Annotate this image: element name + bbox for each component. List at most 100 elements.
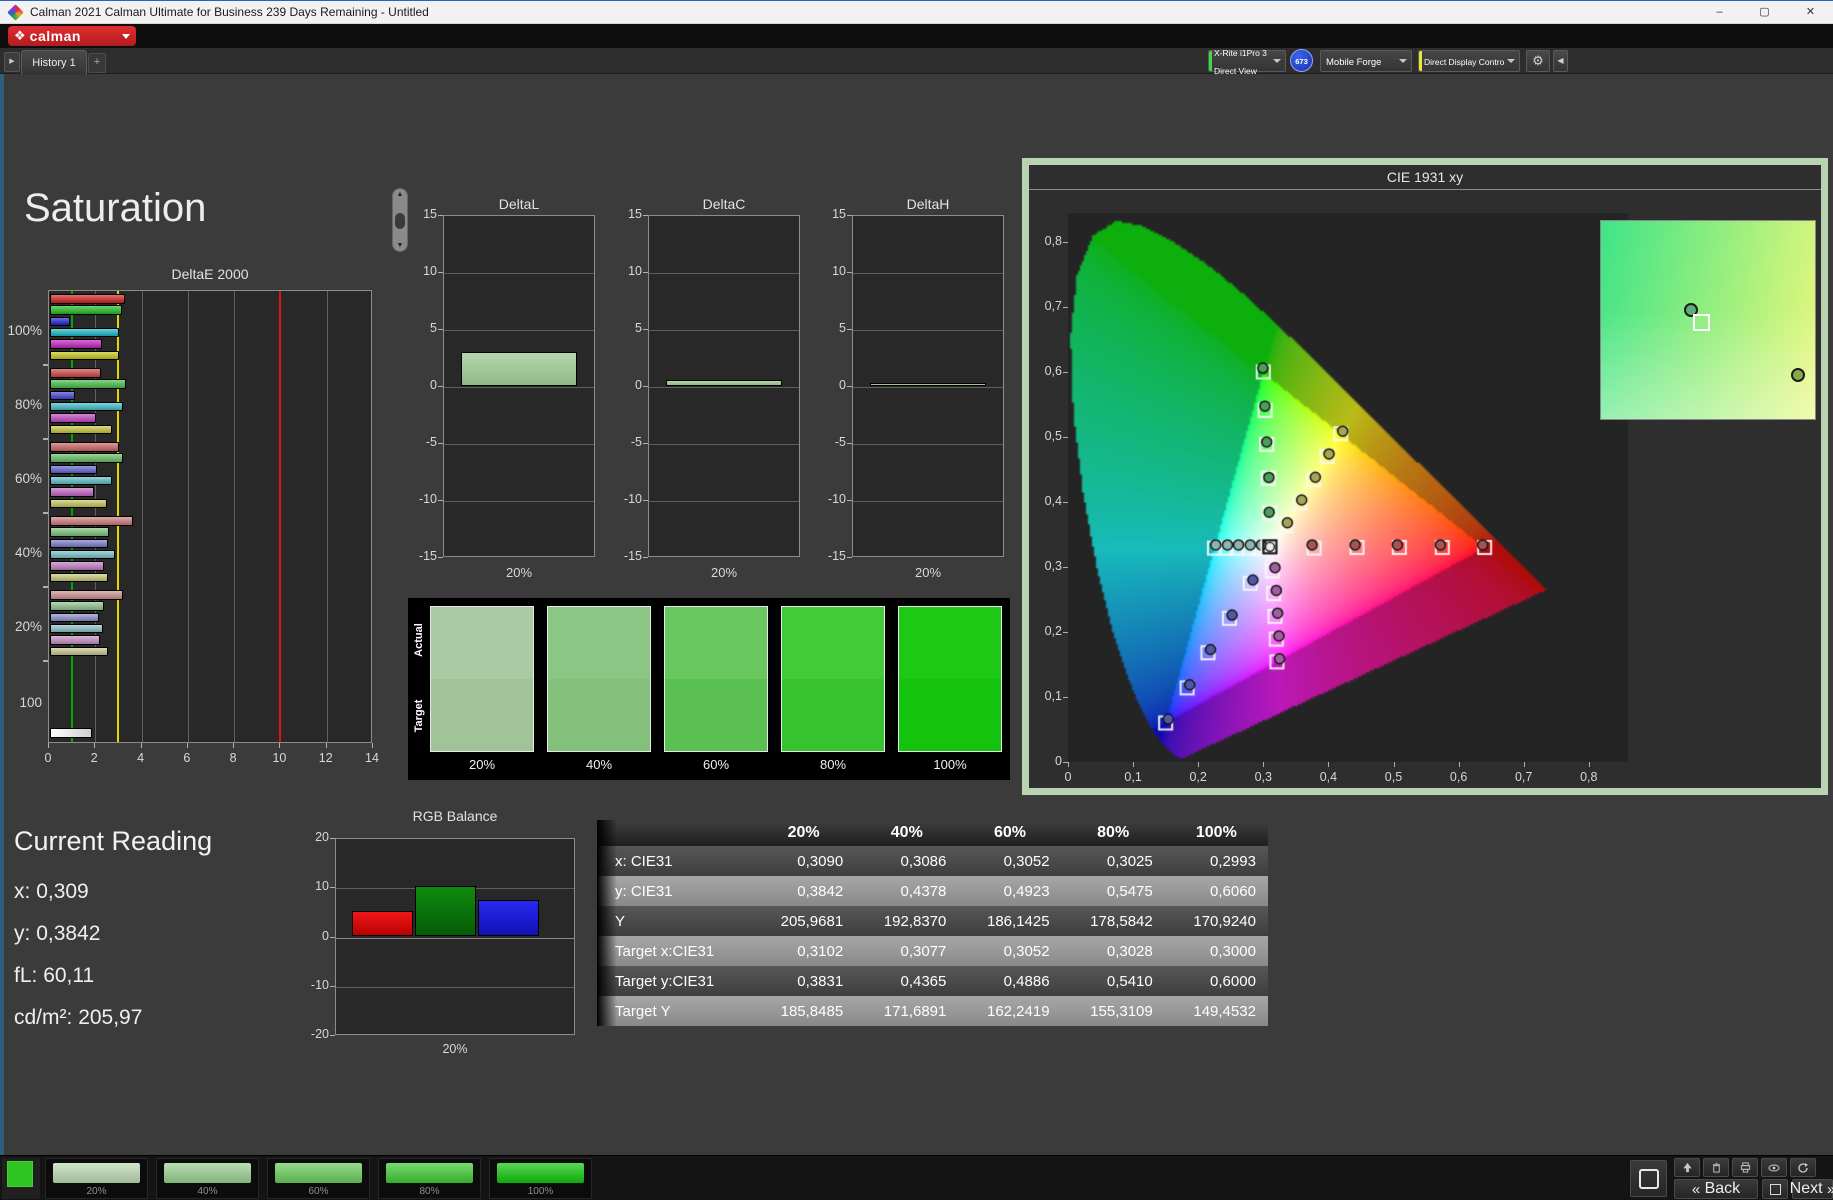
row-label: Target y:CIE31: [615, 972, 715, 990]
gridline: [853, 444, 1003, 445]
thumbnail-20%[interactable]: 20%: [45, 1158, 148, 1199]
color-source-tile[interactable]: [2, 1158, 40, 1199]
new-tab-button[interactable]: +: [88, 53, 106, 73]
y-tick-label: 15: [832, 207, 846, 221]
swatch-actual-80%: [782, 607, 884, 679]
swatch-label: 60%: [702, 757, 730, 772]
settings-button[interactable]: ⚙: [1526, 50, 1550, 72]
y-tick-label: 0: [839, 378, 846, 392]
maximize-button[interactable]: ▢: [1742, 1, 1787, 24]
arrow-up-icon: [1682, 1162, 1692, 1173]
swatch-target-80%: [782, 679, 884, 751]
y-tick-label: 10: [423, 264, 437, 278]
tick: [330, 936, 335, 938]
deltae-bar-20%-cyan: [50, 623, 104, 634]
calman-diamond-icon: ❖: [14, 28, 26, 43]
print-button[interactable]: [1732, 1158, 1758, 1177]
meter-dropdown[interactable]: X-Rite i1Pro 3 Direct View: [1208, 49, 1286, 76]
swatch-60%: [664, 606, 768, 752]
rgb-balance-xlabel: 20%: [442, 1042, 468, 1056]
tab-history-1[interactable]: History 1: [21, 50, 87, 75]
close-button[interactable]: ✕: [1788, 1, 1833, 24]
logo-dropdown-icon[interactable]: [122, 33, 130, 39]
reading-cdm2: cd/m²: 205,97: [14, 1006, 143, 1029]
tick: [1063, 242, 1068, 243]
deltae-bar-100%-magenta: [50, 339, 103, 349]
tick: [1523, 762, 1525, 767]
deltae-bar-60%-magenta: [50, 487, 94, 497]
inset-measured-dot: [1790, 368, 1805, 383]
meter-count-badge[interactable]: 673: [1290, 49, 1313, 72]
gridline: [141, 291, 143, 742]
thumbnail-60%[interactable]: 60%: [267, 1158, 370, 1199]
y-tick-label: 10: [628, 264, 642, 278]
row-label: Target x:CIE31: [615, 942, 715, 960]
tick: [847, 443, 852, 444]
deltae2000-chart: [48, 290, 372, 743]
tick: [643, 386, 648, 387]
scroll-page-up-button[interactable]: [1674, 1158, 1700, 1177]
tick: [48, 743, 49, 748]
table-row-Target x:CIE31: Target x:CIE31 0,3102 0,3077 0,3052 0,3028 0,…: [597, 936, 1268, 966]
swatch-label: 100%: [933, 757, 967, 772]
app-icon: [7, 4, 24, 21]
deltae-bar-60%-green: [50, 453, 123, 463]
source-dropdown[interactable]: Mobile Forge: [1320, 50, 1412, 72]
view-button[interactable]: [1761, 1158, 1787, 1177]
tick: [1588, 762, 1590, 767]
scroll-up-icon[interactable]: ▲: [394, 191, 406, 198]
cell: 0,6060: [1210, 882, 1256, 900]
display-control-dropdown[interactable]: Direct Display Control: [1418, 50, 1520, 72]
DeltaL-chart: [443, 215, 595, 557]
calman-logo-text: calman: [29, 28, 81, 44]
y-tick-label: 5: [430, 321, 437, 335]
tick: [438, 500, 443, 501]
thumbnail-40%[interactable]: 40%: [156, 1158, 259, 1199]
cie-y-tick: 0,2: [1044, 624, 1062, 638]
next-button[interactable]: Next »: [1790, 1179, 1833, 1199]
row-label: Y: [615, 912, 626, 930]
deltae-bar-60%-red: [50, 442, 120, 452]
cell: 0,3090: [797, 852, 844, 870]
panel-collapse-button[interactable]: ◀: [1553, 50, 1568, 72]
display-control-label: Direct Display Control: [1424, 57, 1504, 67]
cie-x-tick: 0,8: [1580, 770, 1598, 784]
cie-x-tick: 0,7: [1514, 770, 1533, 784]
thumbnail-label: 40%: [197, 1186, 218, 1197]
group-label: 20%: [14, 619, 42, 634]
DeltaL-bar: [461, 351, 577, 386]
tick: [643, 557, 648, 558]
history-panel-toggle[interactable]: ▶: [4, 52, 20, 72]
thumbnail-bar: [497, 1163, 584, 1183]
gridline: [444, 387, 594, 388]
swatch-label: 40%: [585, 757, 613, 772]
cell: 0,3000: [1210, 942, 1256, 960]
deltae-bar-40%-cyan: [50, 549, 115, 560]
layout-button[interactable]: [1762, 1179, 1788, 1199]
thumbnail-bar: [53, 1163, 140, 1183]
stop-measure-button[interactable]: [1630, 1160, 1667, 1197]
y-tick-label: 15: [628, 207, 642, 221]
scroll-down-icon[interactable]: ▼: [394, 242, 406, 249]
cie-x-tick: 0,1: [1124, 770, 1142, 784]
deltae-bar-80%-cyan: [50, 401, 123, 412]
minimize-button[interactable]: –: [1697, 1, 1742, 24]
cell: 0,3086: [900, 852, 947, 870]
refresh-button[interactable]: [1790, 1158, 1816, 1177]
stop-square-icon: [1638, 1168, 1659, 1189]
cell: 178,5842: [1090, 912, 1153, 930]
delete-button[interactable]: [1703, 1158, 1729, 1177]
page-title: Saturation: [24, 186, 207, 230]
scroll-thumb[interactable]: [395, 213, 405, 229]
square-icon: [1769, 1183, 1781, 1195]
tick: [325, 743, 327, 748]
cie-gamut-inset[interactable]: [1600, 220, 1816, 420]
cie-x-tick: 0,3: [1254, 770, 1272, 784]
thumbnail-80%[interactable]: 80%: [378, 1158, 481, 1199]
thumbnail-100%[interactable]: 100%: [489, 1158, 592, 1199]
back-button[interactable]: « Back: [1674, 1179, 1758, 1199]
calman-logo-button[interactable]: ❖ calman: [8, 26, 136, 46]
cell: 0,6000: [1210, 972, 1256, 990]
DeltaL-xlabel: 20%: [505, 565, 533, 580]
DeltaC-xlabel: 20%: [710, 565, 738, 580]
